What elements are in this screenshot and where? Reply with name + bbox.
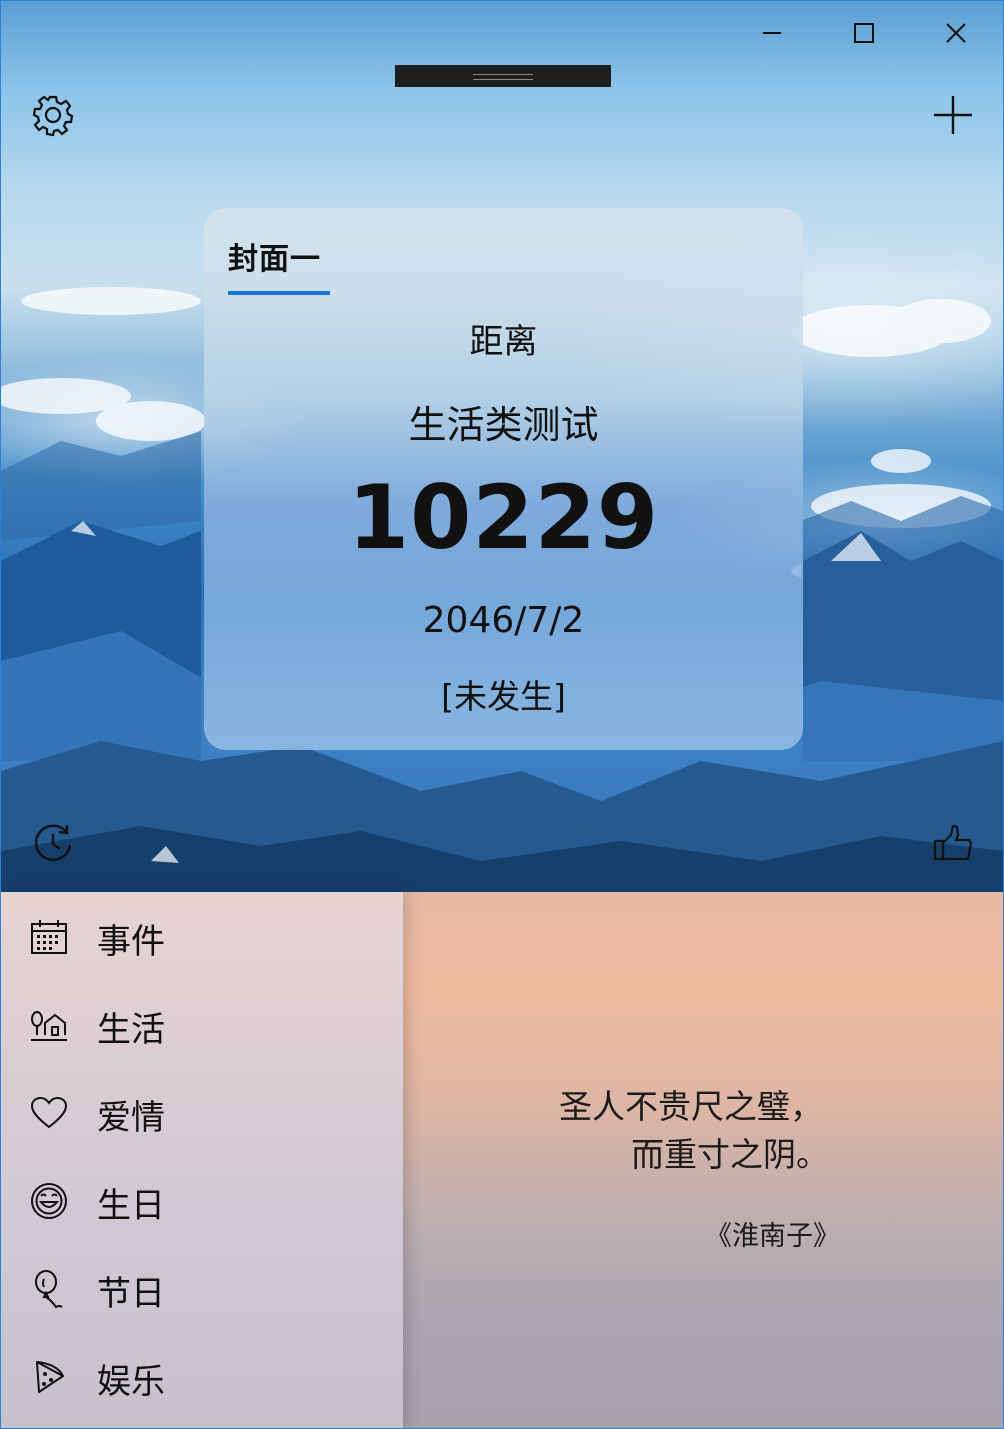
quote-line-1: 圣人不贵尺之璧， <box>559 1087 823 1126</box>
gear-icon <box>32 95 74 137</box>
sidebar-item-label: 生日 <box>97 1186 165 1226</box>
days-count: 10229 <box>347 466 660 569</box>
tab-underline <box>228 291 330 295</box>
maximize-icon <box>854 23 874 43</box>
sidebar-item-label: 生活 <box>97 1010 165 1050</box>
quote-source: 《淮南子》 <box>705 1221 840 1252</box>
event-date: 2046/7/2 <box>422 600 585 641</box>
sidebar-item-label: 娱乐 <box>97 1362 165 1402</box>
category-sidebar: 事件 生活 爱情 生日 节日 娱乐 <box>1 892 403 1428</box>
pizza-icon <box>29 1357 69 1397</box>
calendar-icon <box>29 917 69 957</box>
sidebar-item-entertainment[interactable]: 娱乐 <box>1 1332 403 1420</box>
maximize-button[interactable] <box>841 11 887 55</box>
app-window: 封面一 距离 生活类测试 10229 2046/7/2 [未发生] 事件 生活 … <box>0 0 1004 1429</box>
minimize-icon <box>763 32 781 34</box>
like-button[interactable] <box>929 819 977 867</box>
sidebar-item-label: 事件 <box>97 922 165 962</box>
grip-icon <box>473 74 533 80</box>
quote-panel: 圣人不贵尺之璧， 而重寸之阴。 《淮南子》 <box>403 892 1003 1428</box>
tab-cover-one[interactable]: 封面一 <box>228 234 321 278</box>
balloon-icon <box>29 1269 69 1309</box>
thumbs-up-icon <box>933 824 973 861</box>
minimize-button[interactable] <box>749 11 795 55</box>
close-icon <box>946 23 966 43</box>
sidebar-item-festival[interactable]: 节日 <box>1 1244 403 1332</box>
close-button[interactable] <box>933 11 979 55</box>
distance-label: 距离 <box>469 322 538 362</box>
sidebar-item-birthday[interactable]: 生日 <box>1 1156 403 1244</box>
history-button[interactable] <box>29 819 77 867</box>
sidebar-item-love[interactable]: 爱情 <box>1 1068 403 1156</box>
sidebar-item-events[interactable]: 事件 <box>1 892 403 980</box>
quote-line-2: 而重寸之阴。 <box>631 1135 829 1174</box>
event-status: [未发生] <box>441 677 566 716</box>
home-plant-icon <box>29 1005 69 1045</box>
event-name: 生活类测试 <box>408 403 599 447</box>
countdown-card: 封面一 距离 生活类测试 10229 2046/7/2 [未发生] <box>204 208 803 750</box>
drag-handle[interactable] <box>395 65 611 87</box>
add-button[interactable] <box>929 91 977 139</box>
plus-icon <box>934 96 972 134</box>
sidebar-item-label: 节日 <box>97 1274 165 1314</box>
smile-icon <box>29 1181 69 1221</box>
heart-icon <box>29 1093 69 1133</box>
clock-refresh-icon <box>34 824 72 862</box>
sidebar-item-life[interactable]: 生活 <box>1 980 403 1068</box>
sidebar-item-label: 爱情 <box>97 1098 165 1138</box>
settings-button[interactable] <box>29 91 77 139</box>
